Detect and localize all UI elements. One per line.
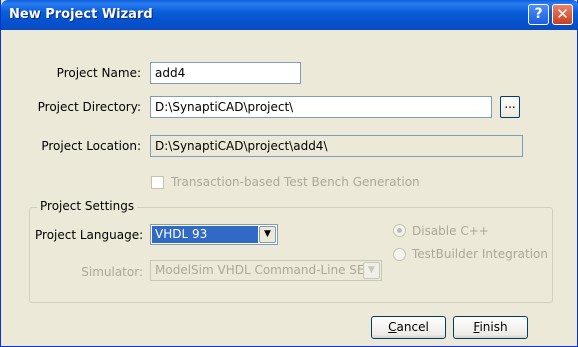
- new-project-wizard-dialog: New Project Wizard ? ✕ Project Name: add…: [0, 0, 578, 347]
- cancel-mnemonic: C: [388, 320, 397, 334]
- project-directory-field[interactable]: D:\SynaptiCAD\project\: [150, 96, 492, 118]
- simulator-dropdown[interactable]: ModelSim VHDL Command-Line SE ▼: [150, 260, 382, 281]
- disable-cpp-label: Disable C++: [412, 224, 489, 238]
- cancel-label: ancel: [396, 320, 429, 334]
- project-location-field: D:\SynaptiCAD\project\add4\: [150, 135, 523, 157]
- project-location-label: Project Location:: [41, 139, 141, 153]
- transaction-checkbox[interactable]: [151, 176, 164, 189]
- finish-label: inish: [479, 320, 508, 334]
- window-title: New Project Wizard: [9, 7, 153, 22]
- cancel-button[interactable]: Cancel: [371, 316, 446, 339]
- project-settings-title: Project Settings: [37, 199, 138, 213]
- project-name-label: Project Name:: [56, 66, 141, 80]
- testbuilder-radio[interactable]: [393, 248, 406, 261]
- project-language-label: Project Language:: [35, 228, 144, 242]
- finish-button[interactable]: Finish: [453, 316, 528, 339]
- browse-directory-button[interactable]: ...: [500, 96, 520, 118]
- project-language-dropdown[interactable]: VHDL 93 ▼: [150, 224, 278, 245]
- simulator-label: Simulator:: [81, 265, 143, 279]
- project-language-value: VHDL 93: [152, 226, 258, 243]
- project-name-field[interactable]: add4: [150, 62, 301, 84]
- testbuilder-label: TestBuilder Integration: [412, 247, 549, 261]
- project-directory-label: Project Directory:: [37, 100, 141, 114]
- chevron-down-icon[interactable]: ▼: [259, 226, 276, 243]
- disable-cpp-radio[interactable]: [393, 224, 406, 237]
- simulator-value: ModelSim VHDL Command-Line SE: [155, 263, 365, 277]
- chevron-down-icon[interactable]: ▼: [363, 262, 380, 279]
- help-icon[interactable]: ?: [528, 4, 549, 25]
- close-icon[interactable]: ✕: [552, 4, 573, 25]
- transaction-checkbox-label: Transaction-based Test Bench Generation: [171, 175, 420, 189]
- title-bar[interactable]: New Project Wizard ? ✕: [1, 0, 578, 30]
